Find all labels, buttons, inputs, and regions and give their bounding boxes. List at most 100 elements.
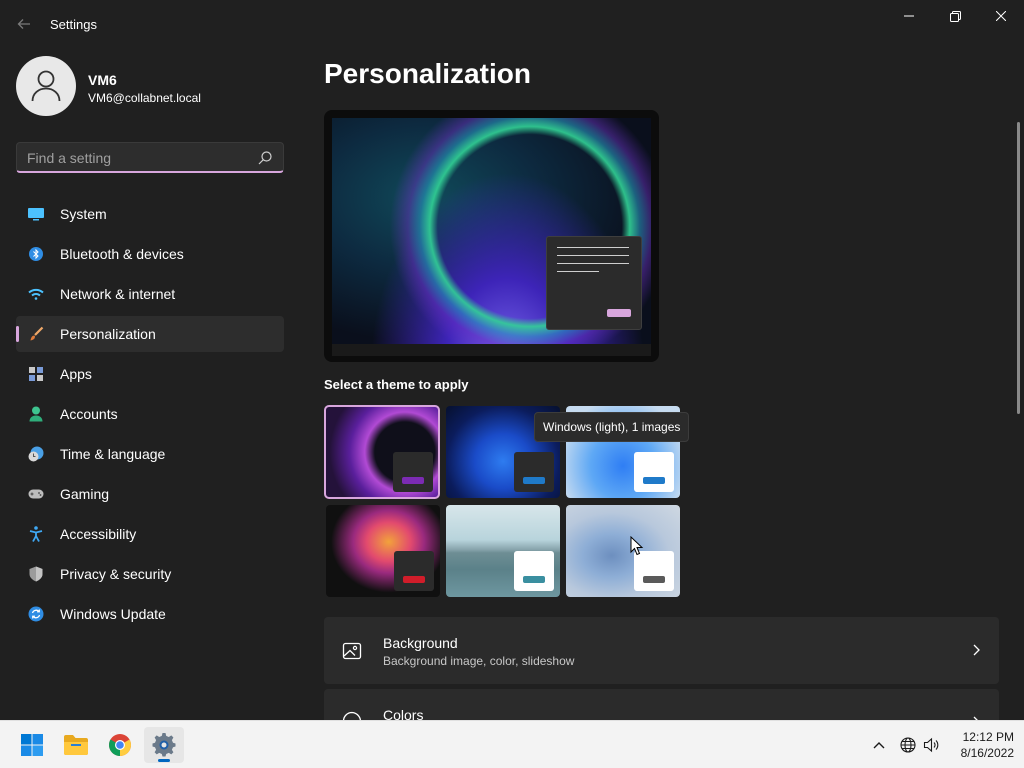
file-explorer-icon [64,735,88,755]
sidebar-item-gaming[interactable]: Gaming [16,476,284,512]
sidebar-item-label: Accounts [60,406,118,422]
sidebar-item-system[interactable]: System [16,196,284,232]
background-setting-row[interactable]: Background Background image, color, slid… [324,617,999,684]
sidebar-item-label: Accessibility [60,526,137,542]
sidebar-item-label: Time & language [60,446,166,462]
theme-accent-bar [523,477,545,484]
theme-accent-bar [523,576,545,583]
row-title: Background [383,635,458,651]
back-arrow-icon [17,19,30,29]
sidebar-item-label: Windows Update [60,606,166,622]
settings-icon [152,733,176,757]
windows-start-icon [21,734,43,756]
sidebar-item-bluetooth[interactable]: Bluetooth & devices [16,236,284,272]
page-title: Personalization [324,58,531,89]
sidebar-item-accounts[interactable]: Accounts [16,396,284,432]
sidebar-item-personalization[interactable]: Personalization [16,316,284,352]
globe-icon [900,737,916,753]
preview-text-line [557,263,629,264]
bluetooth-icon [28,246,44,262]
close-button[interactable] [978,0,1024,32]
person-avatar-icon [31,70,61,102]
sidebar-item-accessibility[interactable]: Accessibility [16,516,284,552]
app-title: Settings [50,17,97,32]
sidebar-item-label: Apps [60,366,92,382]
shield-icon [28,566,44,582]
theme-tile-4[interactable] [326,505,440,597]
person-icon [28,406,44,422]
gamepad-icon [28,486,44,502]
preview-text-line [557,255,629,256]
clock-globe-icon [28,446,44,462]
apps-icon [28,366,44,382]
theme-tile-1[interactable] [324,405,440,499]
scrollbar[interactable] [1017,122,1020,414]
theme-thumb [514,551,554,591]
volume-tray-button[interactable] [921,721,943,768]
show-hidden-icons-button[interactable] [868,721,890,768]
sidebar-item-windows-update[interactable]: Windows Update [16,596,284,632]
file-explorer-button[interactable] [56,727,96,763]
theme-thumb [514,452,554,492]
title-bar: Settings [0,0,1024,48]
sidebar-item-label: Network & internet [60,286,176,302]
start-button[interactable] [12,727,52,763]
theme-tooltip: Windows (light), 1 images [534,412,690,442]
theme-tile-5[interactable] [446,505,560,597]
maximize-icon [949,10,961,22]
brush-icon [28,326,44,342]
theme-tile-6[interactable] [566,505,680,597]
avatar[interactable] [16,56,76,116]
chrome-button[interactable] [100,727,140,763]
wifi-icon [28,286,44,302]
preview-taskbar [332,344,651,356]
chevron-right-icon [973,644,980,656]
update-icon [28,606,44,622]
minimize-button[interactable] [886,0,932,32]
maximize-button[interactable] [932,0,978,32]
preview-text-line [557,247,629,248]
search-icon [258,151,272,165]
preview-window [546,236,642,330]
volume-icon [923,737,939,753]
chevron-up-icon [873,742,885,749]
sidebar-nav: System Bluetooth & devices Network & int… [16,196,284,636]
network-tray-button[interactable] [897,721,919,768]
sidebar-item-label: Privacy & security [60,566,172,582]
sidebar-item-network[interactable]: Network & internet [16,276,284,312]
search-input[interactable]: Find a setting [16,142,284,173]
theme-accent-bar [403,576,425,583]
search-placeholder: Find a setting [27,150,112,166]
taskbar-clock[interactable]: 12:12 PM 8/16/2022 [950,729,1014,761]
minimize-icon [904,15,914,17]
chrome-icon [109,734,131,756]
sidebar-item-label: Bluetooth & devices [60,246,184,262]
system-icon [28,206,44,222]
theme-thumb [394,551,434,591]
sidebar-item-privacy-security[interactable]: Privacy & security [16,556,284,592]
mouse-cursor-icon [630,536,644,556]
sidebar-item-label: Personalization [60,326,156,342]
sidebar-item-label: System [60,206,107,222]
back-button[interactable] [10,12,38,36]
clock-time: 12:12 PM [962,730,1014,744]
theme-thumb [634,551,674,591]
image-icon [342,642,362,660]
theme-accent-bar [402,477,424,484]
accessibility-icon [28,526,44,542]
theme-thumb [634,452,674,492]
taskbar: 12:12 PM 8/16/2022 [0,720,1024,768]
sidebar-item-apps[interactable]: Apps [16,356,284,392]
profile-email: VM6@collabnet.local [88,91,201,105]
theme-preview [324,110,659,362]
profile-name: VM6 [88,72,117,88]
theme-accent-bar [643,477,665,484]
preview-accent-button [607,309,631,317]
row-subtitle: Background image, color, slideshow [383,654,575,668]
settings-taskbar-button[interactable] [144,727,184,763]
themes-heading: Select a theme to apply [324,377,469,392]
sidebar-item-time-language[interactable]: Time & language [16,436,284,472]
theme-thumb [393,452,433,492]
clock-date: 8/16/2022 [960,746,1014,760]
close-icon [996,11,1006,21]
